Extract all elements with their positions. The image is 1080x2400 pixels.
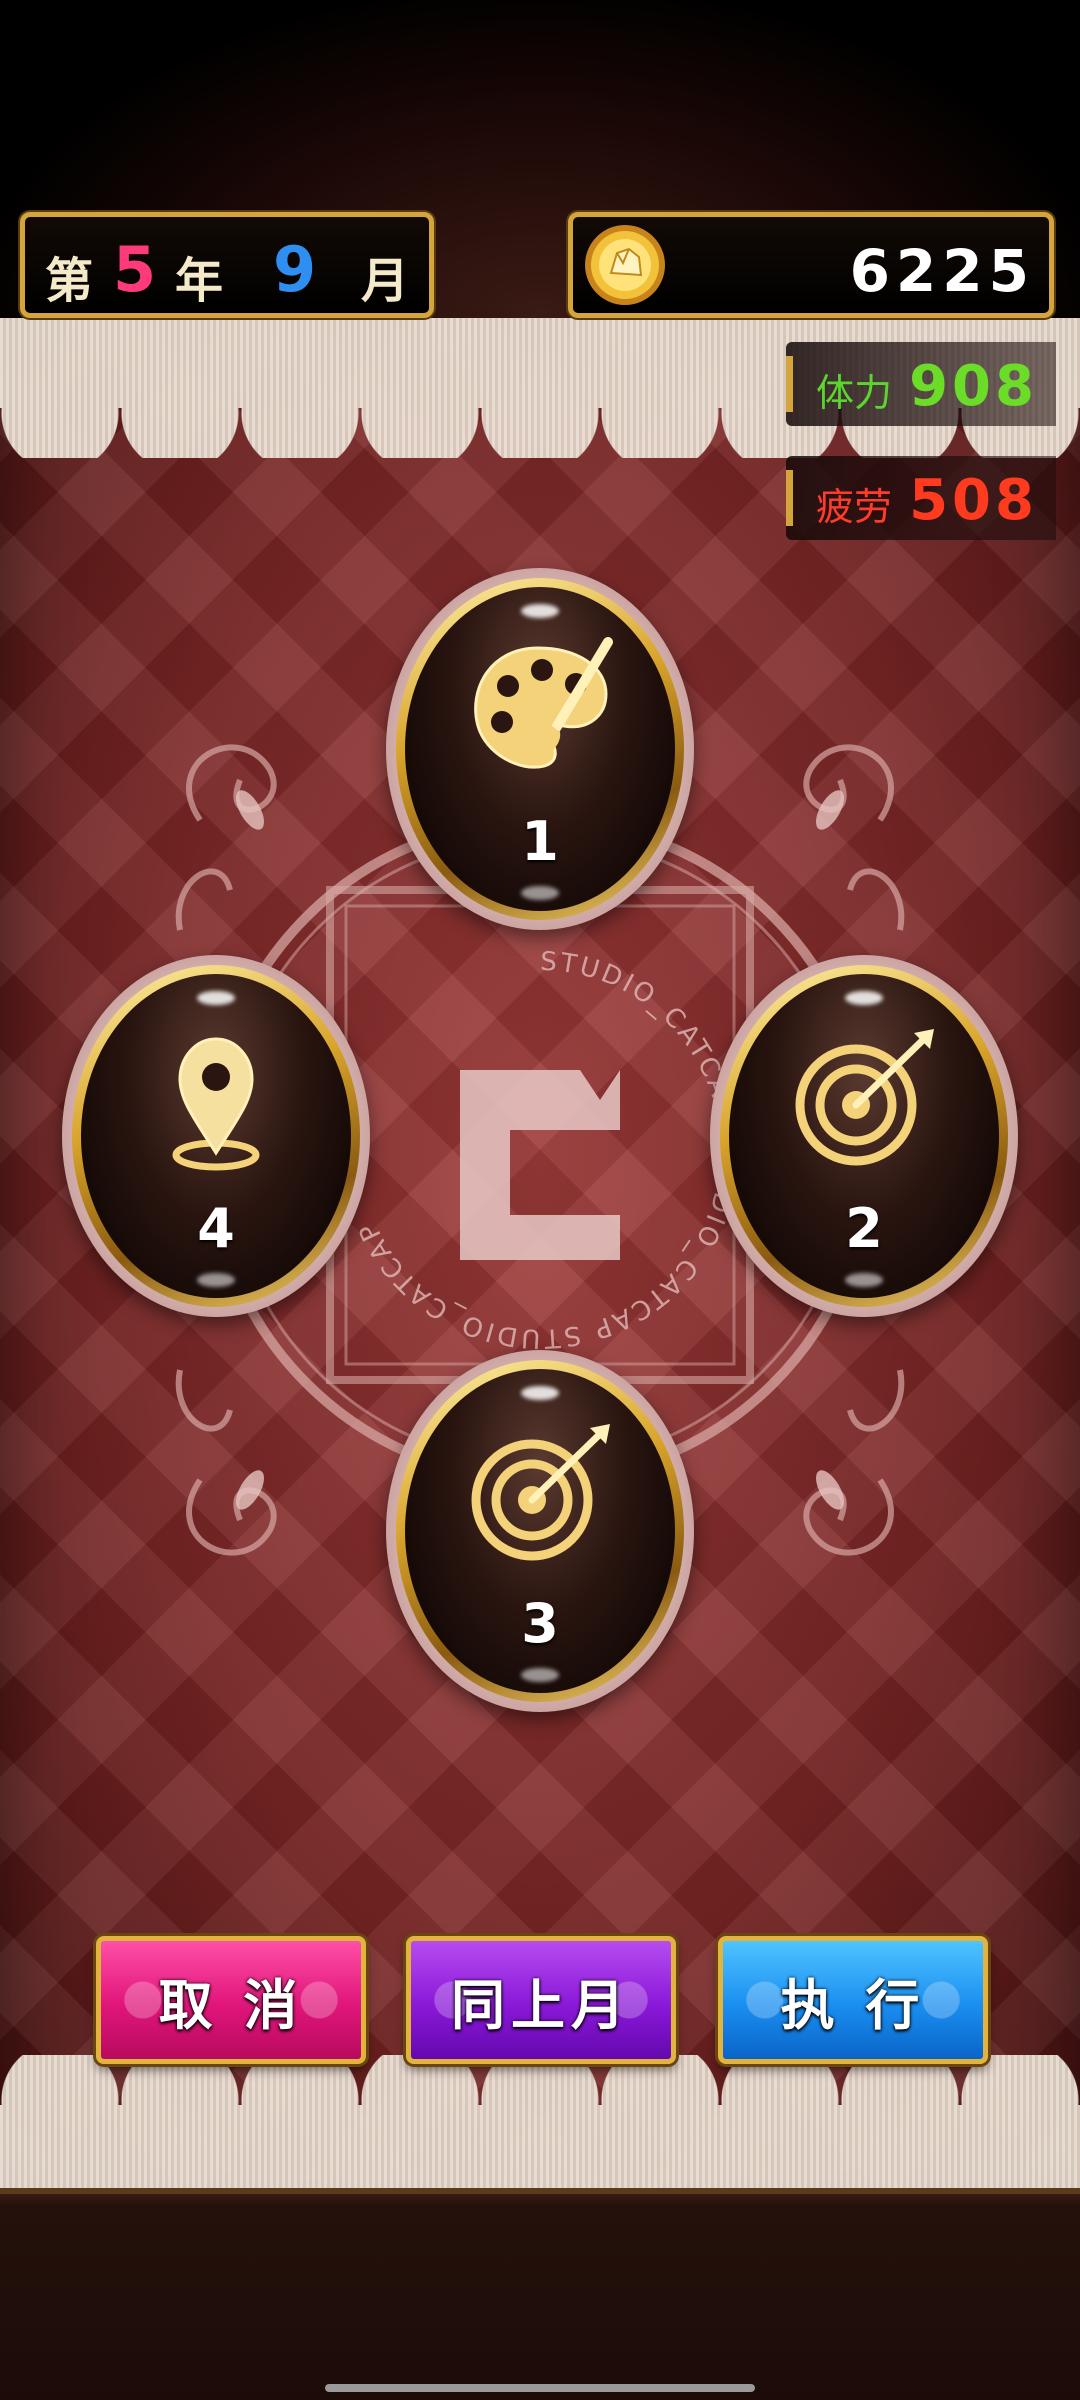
year-value: 5 bbox=[113, 233, 157, 306]
fatigue-label: 疲劳 bbox=[816, 485, 893, 529]
option-3-number: 3 bbox=[521, 1592, 559, 1655]
stamina-label: 体力 bbox=[816, 371, 893, 415]
cancel-button-label: 取 消 bbox=[158, 1973, 304, 2037]
option-1-button[interactable]: 1 bbox=[386, 568, 694, 930]
option-1-number: 1 bbox=[521, 810, 559, 873]
location-pin-icon bbox=[172, 1037, 260, 1171]
bottom-floor bbox=[0, 2188, 1080, 2400]
date-panel: 第 5 年 9 月 bbox=[20, 212, 434, 318]
same-as-last-month-label: 同上月 bbox=[451, 1973, 631, 2037]
option-3-button[interactable]: 3 bbox=[386, 1350, 694, 1712]
coin-panel: 6225 bbox=[568, 212, 1054, 318]
year-unit: 年 bbox=[175, 253, 224, 309]
fatigue-value: 508 bbox=[909, 468, 1038, 533]
month-unit: 月 bbox=[361, 253, 410, 309]
execute-button-label: 执 行 bbox=[780, 1973, 926, 2037]
cancel-button[interactable]: 取 消 bbox=[96, 1936, 366, 2064]
stamina-value: 908 bbox=[909, 354, 1038, 419]
game-screen: 第 5 年 9 月 6225 体力 908 疲劳 508 STUDIO_CATC… bbox=[0, 0, 1080, 2400]
watermark-ring-text: STUDIO_CATCAP STUDIO_CATCAP STUDIO_CATCA… bbox=[353, 947, 741, 1354]
execute-button[interactable]: 执 行 bbox=[718, 1936, 988, 2064]
fatigue-stat: 疲劳 508 bbox=[786, 456, 1056, 540]
stamina-stat: 体力 908 bbox=[786, 342, 1056, 426]
option-2-number: 2 bbox=[845, 1197, 883, 1260]
bottom-lace-border bbox=[0, 2055, 1080, 2195]
target-icon bbox=[795, 1029, 934, 1166]
month-value: 9 bbox=[273, 233, 317, 306]
palette-icon bbox=[474, 637, 613, 769]
same-as-last-month-button[interactable]: 同上月 bbox=[406, 1936, 676, 2064]
option-4-button[interactable]: 4 bbox=[62, 955, 370, 1317]
option-2-button[interactable]: 2 bbox=[710, 955, 1018, 1317]
coin-count: 6225 bbox=[849, 237, 1035, 305]
home-indicator[interactable] bbox=[325, 2384, 755, 2392]
target-icon bbox=[471, 1424, 610, 1561]
coin-icon bbox=[585, 225, 665, 305]
svg-text:STUDIO_CATCAP STUDIO_CATCAP ST: STUDIO_CATCAP STUDIO_CATCAP STUDIO_CATCA… bbox=[353, 947, 744, 1354]
option-4-number: 4 bbox=[197, 1197, 235, 1260]
date-prefix: 第 bbox=[45, 253, 94, 309]
